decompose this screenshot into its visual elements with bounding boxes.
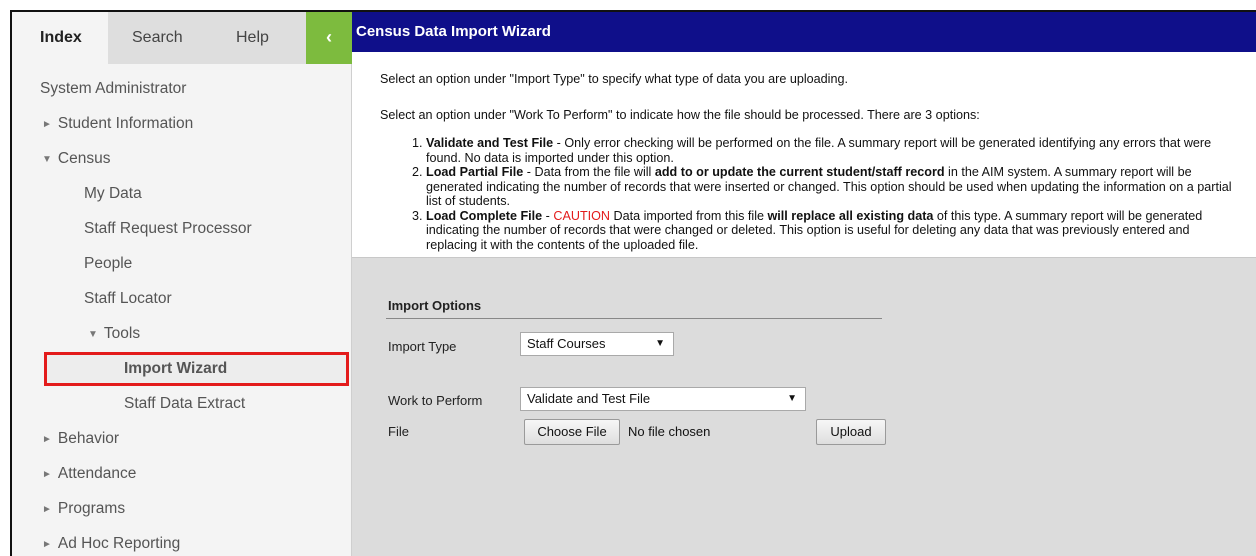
list-number: 3.	[412, 208, 423, 223]
tab-index[interactable]: Index	[12, 12, 108, 64]
screenshot-frame: Index Search Help ‹ System Administrator…	[0, 0, 1256, 556]
list-number: 1.	[412, 136, 423, 150]
sidebar-item-label: Attendance	[57, 465, 137, 482]
sidebar-item-label: Staff Locator	[84, 290, 172, 307]
instructions-options-intro: Select an option under "Work To Perform"…	[380, 108, 980, 122]
sidebar-item-label: Student Information	[57, 115, 194, 132]
sidebar-item-label: People	[84, 255, 133, 272]
sidebar-item-tools[interactable]: ▼ Tools	[88, 325, 140, 343]
sidebar-item-label: Programs	[57, 500, 126, 517]
expand-arrow-icon: ►	[42, 469, 52, 480]
select-value: Staff Courses	[527, 336, 606, 351]
dropdown-arrow-icon: ▼	[787, 393, 797, 404]
select-value: Validate and Test File	[527, 391, 651, 406]
sidebar-item-staff-locator[interactable]: Staff Locator	[84, 290, 172, 308]
option-emphasis: add to or update the current student/sta…	[654, 165, 945, 179]
dropdown-arrow-icon: ▼	[655, 338, 665, 349]
sidebar-item-staff-data-extract[interactable]: Staff Data Extract	[124, 395, 245, 413]
sidebar-tabs: Index Search Help ‹	[12, 12, 352, 64]
caution-label: CAUTION	[553, 208, 611, 223]
sidebar-item-staff-request-processor[interactable]: Staff Request Processor	[84, 220, 252, 238]
sidebar-item-label: My Data	[84, 185, 142, 202]
sidebar-item-label: Behavior	[57, 430, 120, 447]
page-title: Census Data Import Wizard	[352, 12, 1256, 52]
list-item: 1. Validate and Test File - Only error c…	[412, 136, 1242, 165]
option-description: -	[542, 208, 554, 223]
divider	[386, 318, 882, 319]
sidebar-item-ad-hoc-reporting[interactable]: ► Ad Hoc Reporting	[42, 535, 180, 553]
tab-help[interactable]: Help	[236, 12, 296, 64]
file-label: File	[388, 424, 409, 439]
chevron-left-icon: ‹	[326, 27, 332, 47]
sidebar-item-census[interactable]: ▼ Census	[42, 150, 110, 168]
import-type-select[interactable]: Staff Courses ▼	[520, 332, 674, 356]
sidebar-item-label: Staff Request Processor	[84, 220, 252, 237]
sidebar-item-label: System Administrator	[40, 80, 187, 97]
instructions-intro: Select an option under "Import Type" to …	[380, 72, 848, 86]
sidebar-item-people[interactable]: People	[84, 255, 132, 273]
sidebar-item-my-data[interactable]: My Data	[84, 185, 142, 203]
list-item: 2. Load Partial File - Data from the fil…	[412, 165, 1242, 209]
sidebar-item-attendance[interactable]: ► Attendance	[42, 465, 136, 483]
file-status: No file chosen	[628, 424, 711, 439]
expand-arrow-icon: ►	[42, 434, 52, 445]
sidebar-item-programs[interactable]: ► Programs	[42, 500, 125, 518]
sidebar: Index Search Help ‹ System Administrator…	[12, 12, 352, 556]
expand-arrow-icon: ►	[42, 504, 52, 515]
upload-button[interactable]: Upload	[816, 419, 886, 445]
option-description: Data imported from this file	[610, 208, 768, 223]
collapse-arrow-icon: ▼	[42, 154, 52, 165]
sidebar-item-label: Ad Hoc Reporting	[57, 535, 181, 552]
expand-arrow-icon: ►	[42, 119, 52, 130]
collapse-sidebar-button[interactable]: ‹	[306, 12, 352, 64]
import-options-heading: Import Options	[388, 298, 482, 313]
tab-search[interactable]: Search	[132, 12, 212, 64]
list-item: 3. Load Complete File - CAUTION Data imp…	[412, 209, 1242, 253]
import-type-label: Import Type	[388, 339, 457, 354]
sidebar-item-label: Tools	[103, 325, 141, 342]
sidebar-item-behavior[interactable]: ► Behavior	[42, 430, 119, 448]
sidebar-item-label: Import Wizard	[124, 360, 228, 377]
collapse-arrow-icon: ▼	[88, 329, 98, 340]
expand-arrow-icon: ►	[42, 539, 52, 550]
sidebar-item-import-wizard[interactable]: Import Wizard	[124, 360, 227, 378]
main-panel: Census Data Import Wizard Select an opti…	[352, 12, 1256, 556]
option-name: Validate and Test File	[426, 136, 554, 150]
option-name: Load Complete File	[426, 208, 543, 223]
sidebar-item-label: Staff Data Extract	[124, 395, 246, 412]
choose-file-button[interactable]: Choose File	[524, 419, 620, 445]
option-description: - Data from the file will	[523, 165, 655, 179]
work-to-perform-label: Work to Perform	[388, 393, 483, 408]
work-options-list: 1. Validate and Test File - Only error c…	[412, 136, 1242, 252]
instructions-panel: Select an option under "Import Type" to …	[352, 52, 1256, 258]
sidebar-item-system-administrator[interactable]: System Administrator	[40, 80, 186, 98]
option-emphasis: will replace all existing data	[767, 208, 934, 223]
sidebar-item-label: Census	[57, 150, 111, 167]
sidebar-item-student-information[interactable]: ► Student Information	[42, 115, 193, 133]
app-window: Index Search Help ‹ System Administrator…	[10, 10, 1256, 556]
option-name: Load Partial File	[426, 165, 524, 179]
list-number: 2.	[412, 165, 423, 179]
work-to-perform-select[interactable]: Validate and Test File ▼	[520, 387, 806, 411]
